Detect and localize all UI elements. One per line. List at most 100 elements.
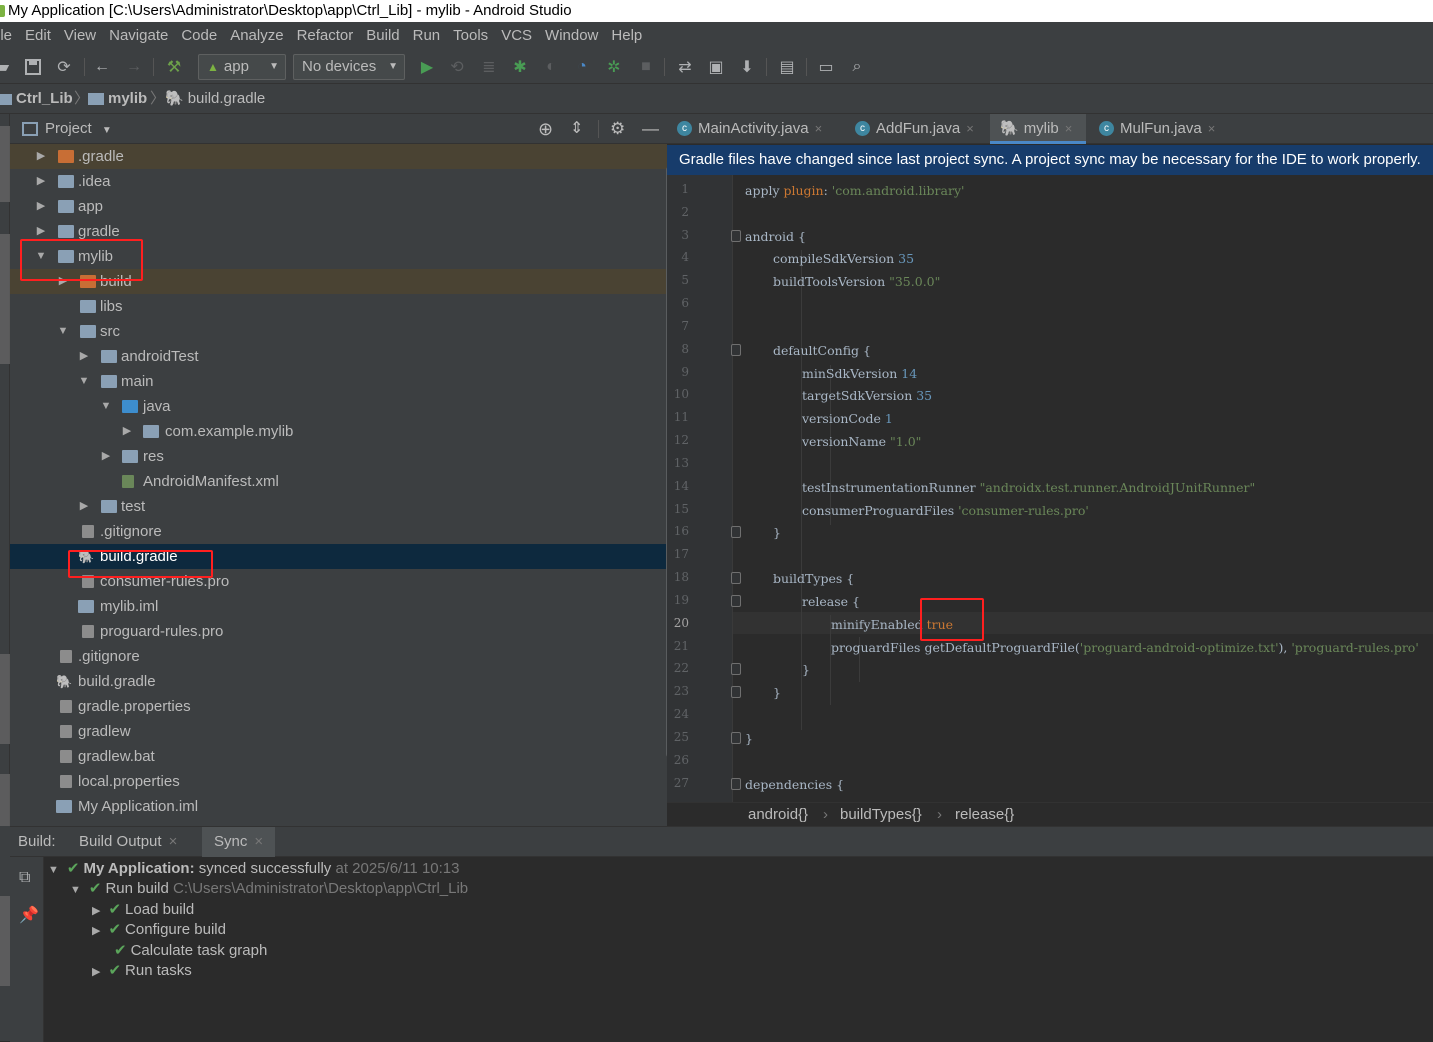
- tree-item-gitignore-root[interactable]: .gitignore: [10, 644, 667, 669]
- breadcrumb-ctrl-lib[interactable]: Ctrl_Lib: [0, 84, 73, 114]
- tree-item-manifest[interactable]: AndroidManifest.xml: [10, 469, 667, 494]
- chevron-right-icon[interactable]: ▶: [77, 344, 91, 369]
- chevron-down-icon[interactable]: ▼: [56, 319, 70, 344]
- tree-item-package[interactable]: ▶ com.example.mylib: [10, 419, 667, 444]
- chevron-down-icon[interactable]: ▼: [99, 394, 113, 419]
- run-configuration-select[interactable]: ▲ app ▼: [198, 54, 286, 80]
- device-select[interactable]: No devices ▼: [293, 54, 405, 80]
- menu-view[interactable]: View: [64, 22, 96, 50]
- tree-item-src[interactable]: ▼ src: [10, 319, 667, 344]
- locate-file-icon[interactable]: ⊕: [538, 114, 553, 144]
- chevron-right-icon[interactable]: ▶: [34, 169, 48, 194]
- menu-edit[interactable]: Edit: [25, 22, 51, 50]
- tree-item-idea[interactable]: ▶ .idea: [10, 169, 667, 194]
- chevron-right-icon[interactable]: ▶: [77, 494, 91, 519]
- breadcrumb-mylib[interactable]: mylib: [88, 84, 147, 114]
- sync-gradle-icon[interactable]: ⇄: [674, 57, 696, 77]
- breadcrumb-buildtypes[interactable]: buildTypes{}: [840, 803, 922, 827]
- gear-icon[interactable]: ⚙: [610, 114, 625, 144]
- build-step-row[interactable]: ▶ ✔ Configure build: [92, 920, 226, 941]
- stop-icon[interactable]: ■: [636, 57, 656, 77]
- project-tool-window-button[interactable]: [0, 126, 10, 202]
- forward-icon[interactable]: →: [124, 57, 144, 77]
- menu-code[interactable]: Code: [181, 22, 217, 50]
- tree-item-gitignore-mylib[interactable]: .gitignore: [10, 519, 667, 544]
- chevron-down-icon[interactable]: ▼: [48, 864, 59, 876]
- chevron-right-icon[interactable]: ▶: [34, 194, 48, 219]
- back-icon[interactable]: ←: [92, 57, 112, 77]
- menu-vcs[interactable]: VCS: [501, 22, 532, 50]
- toggle-view-icon[interactable]: ⧉: [19, 869, 30, 887]
- chevron-right-icon[interactable]: ▶: [34, 144, 48, 169]
- sdk-manager-icon[interactable]: ⬇: [737, 57, 757, 77]
- menu-refactor[interactable]: Refactor: [297, 22, 354, 50]
- breadcrumb-android[interactable]: android{}: [748, 803, 808, 827]
- run-with-coverage-icon[interactable]: ◐: [541, 57, 561, 77]
- menu-build[interactable]: Build: [366, 22, 399, 50]
- chevron-down-icon[interactable]: ▼: [70, 884, 81, 896]
- apply-changes-icon[interactable]: ⟲: [447, 57, 467, 77]
- sync-icon[interactable]: ⟳: [54, 57, 74, 77]
- close-icon[interactable]: ×: [1208, 121, 1216, 136]
- build-variants-tool-window-button[interactable]: [0, 896, 10, 986]
- chevron-right-icon[interactable]: ▶: [92, 905, 100, 917]
- debug-icon[interactable]: ✱: [510, 57, 530, 77]
- open-folder-icon[interactable]: ▰: [0, 57, 10, 77]
- chevron-down-icon[interactable]: ▼: [77, 369, 91, 394]
- close-icon[interactable]: ×: [966, 121, 974, 136]
- avd-manager-icon[interactable]: ▣: [706, 57, 726, 77]
- tab-build-output[interactable]: Build Output ×: [70, 827, 186, 857]
- tree-item-app-iml[interactable]: My Application.iml: [10, 794, 667, 819]
- apply-code-changes-icon[interactable]: ≣: [479, 57, 499, 77]
- attach-debugger-icon[interactable]: ✲: [604, 57, 624, 77]
- tree-item-main[interactable]: ▼ main: [10, 369, 667, 394]
- chevron-right-icon[interactable]: ▶: [120, 419, 134, 444]
- chevron-right-icon[interactable]: ▶: [92, 925, 100, 937]
- tree-item-androidtest[interactable]: ▶ androidTest: [10, 344, 667, 369]
- build-step-row[interactable]: ▶ ✔ Run tasks: [92, 961, 192, 982]
- project-view-select[interactable]: Project ▼: [45, 114, 112, 146]
- close-icon[interactable]: ×: [815, 121, 823, 136]
- terminal-icon[interactable]: ▭: [816, 57, 836, 77]
- tab-mainactivity[interactable]: c MainActivity.java ×: [667, 114, 843, 144]
- structure-tool-window-button[interactable]: [0, 654, 10, 744]
- project-structure-icon[interactable]: ▤: [777, 57, 797, 77]
- resource-manager-tool-window-button[interactable]: [0, 234, 10, 364]
- tree-item-local-properties[interactable]: local.properties: [10, 769, 667, 794]
- tree-item-test[interactable]: ▶ test: [10, 494, 667, 519]
- tree-item-mylib-iml[interactable]: mylib.iml: [10, 594, 667, 619]
- close-icon[interactable]: ×: [1065, 121, 1073, 136]
- build-step-row[interactable]: ▶ ✔ Load build: [92, 900, 194, 921]
- hide-panel-icon[interactable]: —: [642, 114, 659, 144]
- build-root-row[interactable]: ▼ ✔ My Application: synced successfully at…: [48, 859, 459, 880]
- build-step-row[interactable]: ✔ Calculate task graph: [114, 941, 267, 961]
- close-icon[interactable]: ×: [169, 833, 178, 850]
- menu-analyze[interactable]: Analyze: [230, 22, 283, 50]
- close-icon[interactable]: ×: [254, 833, 263, 850]
- code-editor[interactable]: apply plugin: 'com.android.library' andr…: [733, 175, 1433, 802]
- tree-item-app[interactable]: ▶ app: [10, 194, 667, 219]
- menu-tools[interactable]: Tools: [453, 22, 488, 50]
- tree-item-gradlew-bat[interactable]: gradlew.bat: [10, 744, 667, 769]
- tree-item-proguard-rules[interactable]: proguard-rules.pro: [10, 619, 667, 644]
- make-project-hammer-icon[interactable]: ⚒: [163, 57, 185, 77]
- menu-window[interactable]: Window: [545, 22, 598, 50]
- favorites-tool-window-button[interactable]: [0, 774, 10, 826]
- tree-item-gradle-dir[interactable]: ▶ .gradle: [10, 144, 667, 169]
- pin-icon[interactable]: 📌: [19, 905, 39, 925]
- tree-item-res[interactable]: ▶ res: [10, 444, 667, 469]
- search-icon[interactable]: ⌕: [847, 57, 867, 77]
- tree-item-java[interactable]: ▼ java: [10, 394, 667, 419]
- menu-file[interactable]: ile: [0, 22, 12, 50]
- collapse-all-icon[interactable]: ⇕: [570, 114, 583, 144]
- menu-help[interactable]: Help: [611, 22, 642, 50]
- save-icon[interactable]: [23, 57, 43, 77]
- tree-item-gradle-properties[interactable]: gradle.properties: [10, 694, 667, 719]
- run-build-row[interactable]: ▼ ✔ Run build C:\Users\Administrator\Deskt…: [70, 879, 468, 900]
- tree-item-libs[interactable]: libs: [10, 294, 667, 319]
- profile-icon[interactable]: ◔: [572, 57, 592, 77]
- breadcrumb-release[interactable]: release{}: [955, 803, 1014, 827]
- tab-mulfun[interactable]: c MulFun.java ×: [1089, 114, 1229, 144]
- tab-addfun[interactable]: c AddFun.java ×: [845, 114, 989, 144]
- menu-run[interactable]: Run: [413, 22, 441, 50]
